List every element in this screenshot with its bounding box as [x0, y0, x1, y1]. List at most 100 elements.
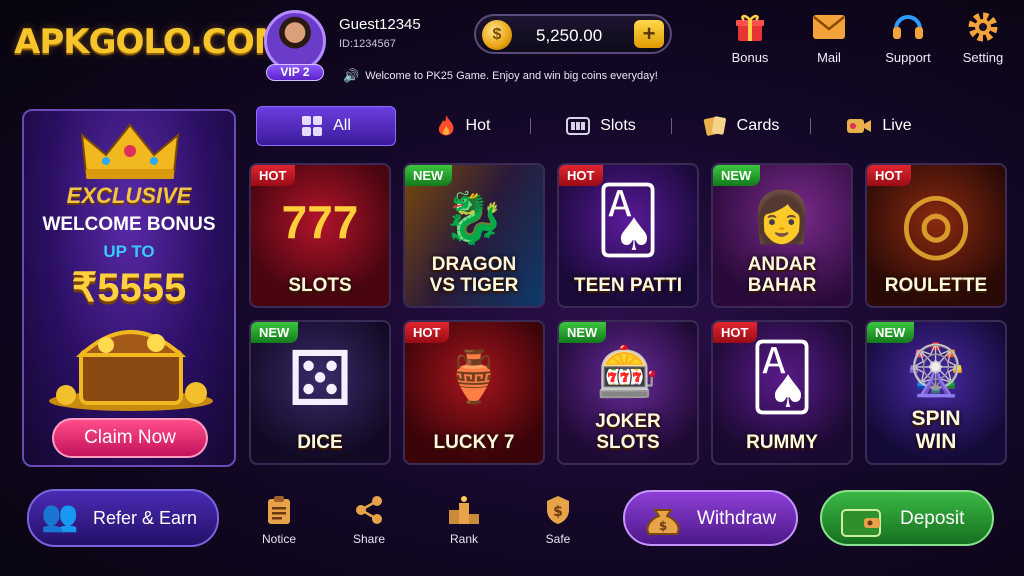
- nav-support-label: Support: [885, 50, 931, 65]
- game-name: RUMMY: [746, 432, 818, 453]
- nav-share[interactable]: Share: [341, 494, 397, 546]
- nav-mail[interactable]: Mail: [797, 10, 861, 65]
- game-card-slots[interactable]: 777 HOT SLOTS: [249, 163, 391, 308]
- coin-icon: $: [482, 20, 512, 50]
- tab-hot-label: Hot: [465, 117, 491, 134]
- tab-slots-label: Slots: [600, 117, 636, 134]
- gear-icon: [966, 10, 1000, 44]
- share-icon: [355, 494, 383, 526]
- game-card-dice[interactable]: ⚄ NEW DICE: [249, 320, 391, 465]
- hot-badge: HOT: [713, 322, 758, 343]
- welcome-bonus-banner[interactable]: EXCLUSIVE WELCOME BONUS UP TO ₹5555 Clai…: [22, 109, 236, 467]
- balance-value: 5,250.00: [536, 26, 603, 45]
- game-name: ANDAR BAHAR: [747, 254, 817, 296]
- game-name: LUCKY 7: [433, 432, 515, 453]
- withdraw-button[interactable]: $ Withdraw: [623, 490, 798, 546]
- svg-text:$: $: [659, 519, 667, 533]
- gift-icon: [733, 10, 767, 44]
- nav-notice[interactable]: Notice: [251, 494, 307, 546]
- game-card-teen-patti[interactable]: 🂡 HOT TEEN PATTI: [557, 163, 699, 308]
- tab-slots[interactable]: Slots: [531, 106, 671, 146]
- promo-title: WELCOME BONUS: [42, 214, 216, 235]
- new-badge: NEW: [251, 322, 299, 343]
- nav-notice-label: Notice: [261, 532, 296, 546]
- nav-bonus[interactable]: Bonus: [718, 10, 782, 65]
- deposit-label: Deposit: [900, 508, 965, 529]
- new-badge: NEW: [867, 322, 915, 343]
- money-bag-icon: $: [646, 509, 680, 535]
- deposit-button[interactable]: Deposit: [820, 490, 994, 546]
- nav-bonus-label: Bonus: [731, 50, 769, 65]
- hot-badge: HOT: [251, 165, 296, 186]
- refer-label: Refer & Earn: [93, 508, 198, 528]
- user-id: ID:1234567: [339, 38, 396, 50]
- slot-icon: [566, 117, 591, 135]
- promo-amount: ₹5555: [71, 266, 187, 310]
- game-name: TEEN PATTI: [573, 275, 683, 296]
- tab-live[interactable]: Live: [811, 106, 947, 146]
- game-card-dragon-vs-tiger[interactable]: 🐉 NEW DRAGON VS TIGER: [403, 163, 545, 308]
- category-tabs: All Hot Slots Cards Live: [256, 106, 996, 146]
- tab-hot[interactable]: Hot: [396, 106, 530, 146]
- vip-badge: VIP 2: [266, 64, 324, 81]
- game-grid: 777 HOT SLOTS 🐉 NEW DRAGON VS TIGER 🂡 HO…: [249, 163, 1007, 465]
- nav-setting[interactable]: Setting: [951, 10, 1015, 65]
- svg-text:$: $: [553, 504, 563, 520]
- refer-earn-button[interactable]: 👥 Refer & Earn: [27, 489, 219, 547]
- marquee: 🔊 Welcome to PK25 Game. Enjoy and win bi…: [343, 68, 658, 84]
- clipboard-icon: [266, 494, 292, 526]
- people-icon: 👥: [41, 500, 79, 533]
- hot-badge: HOT: [405, 322, 450, 343]
- marquee-text: Welcome to PK25 Game. Enjoy and win big …: [365, 70, 658, 82]
- game-name: DRAGON VS TIGER: [429, 254, 519, 296]
- hot-badge: HOT: [559, 165, 604, 186]
- headset-icon: [891, 10, 925, 44]
- game-card-roulette[interactable]: ◎ HOT ROULETTE: [865, 163, 1007, 308]
- site-logo: APKGOLO.COM: [14, 22, 288, 62]
- game-card-spin-win[interactable]: 🎡 NEW SPIN WIN: [865, 320, 1007, 465]
- grid-icon: [302, 116, 323, 136]
- podium-icon: [447, 494, 481, 526]
- tab-all-label: All: [333, 117, 351, 134]
- nav-share-label: Share: [352, 532, 386, 546]
- game-name: JOKER SLOTS: [595, 411, 661, 453]
- mail-icon: [812, 10, 846, 44]
- nav-safe[interactable]: $ Safe: [530, 494, 586, 546]
- game-name: SPIN WIN: [911, 407, 961, 453]
- new-badge: NEW: [713, 165, 761, 186]
- game-card-andar-bahar[interactable]: 👩 NEW ANDAR BAHAR: [711, 163, 853, 308]
- promo-upto: UP TO: [103, 242, 155, 261]
- tab-cards-label: Cards: [736, 117, 780, 134]
- safe-icon: $: [545, 494, 571, 526]
- nav-setting-label: Setting: [962, 50, 1004, 65]
- withdraw-label: Withdraw: [697, 508, 777, 529]
- balance-box: $ 5,250.00 +: [474, 14, 672, 54]
- speaker-icon: 🔊: [343, 68, 360, 83]
- game-card-rummy[interactable]: 🂡 HOT RUMMY: [711, 320, 853, 465]
- username: Guest12345: [339, 16, 421, 33]
- add-balance-button[interactable]: +: [634, 20, 664, 48]
- game-card-lucky-7[interactable]: 🏺 HOT LUCKY 7: [403, 320, 545, 465]
- hot-badge: HOT: [867, 165, 912, 186]
- new-badge: NEW: [559, 322, 607, 343]
- tab-all[interactable]: All: [256, 106, 396, 146]
- nav-safe-label: Safe: [545, 532, 571, 546]
- wallet-icon: [841, 509, 881, 537]
- nav-support[interactable]: Support: [876, 10, 940, 65]
- game-name: SLOTS: [288, 275, 352, 296]
- tab-live-label: Live: [882, 117, 912, 134]
- avatar[interactable]: [264, 10, 326, 72]
- nav-rank[interactable]: Rank: [436, 494, 492, 546]
- tab-cards[interactable]: Cards: [672, 106, 810, 146]
- game-card-joker-slots[interactable]: 🎰 NEW JOKER SLOTS: [557, 320, 699, 465]
- game-name: ROULETTE: [884, 275, 988, 296]
- crown-icon: [80, 123, 180, 179]
- nav-mail-label: Mail: [817, 50, 841, 65]
- camera-icon: [847, 119, 872, 133]
- treasure-chest-icon: [49, 330, 213, 411]
- nav-rank-label: Rank: [449, 532, 478, 546]
- cards-icon: [703, 116, 726, 136]
- new-badge: NEW: [405, 165, 453, 186]
- claim-now-button[interactable]: Claim Now: [52, 418, 208, 458]
- game-name: DICE: [297, 432, 343, 453]
